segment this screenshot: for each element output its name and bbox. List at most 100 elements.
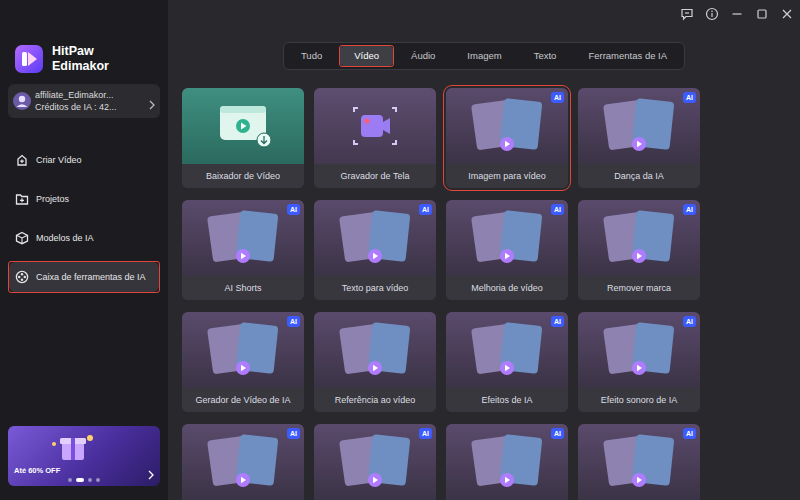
play-logo-icon — [14, 44, 44, 74]
category-tabs: TudoVídeo Áudio Imagem Texto Ferramentas de … — [283, 42, 685, 70]
tab-label: Texto — [534, 50, 557, 61]
card-thumbnail — [182, 312, 304, 388]
tool-card[interactable]: AI Dança da IA — [578, 88, 700, 188]
sidebar-label: Criar Vídeo — [36, 155, 82, 165]
ai-badge: AI — [551, 92, 564, 103]
tool-card[interactable]: AI — [182, 424, 304, 500]
tab[interactable]: Ferramentas de IA — [574, 46, 681, 66]
tool-card[interactable]: AI — [578, 424, 700, 500]
sidebar-item[interactable]: Projetos — [9, 184, 159, 214]
card-thumbnail — [182, 424, 304, 500]
tool-card[interactable]: AIRemover marca — [578, 200, 700, 300]
tool-card[interactable]: AI — [446, 424, 568, 500]
ai-badge: AI — [683, 316, 696, 327]
card-thumbnail — [446, 200, 568, 276]
tool-card[interactable]: AIEfeitos de IA — [446, 312, 568, 412]
tab[interactable]: Tudo — [287, 46, 336, 66]
tool-card[interactable]: AIGerador de Vídeo de IA — [182, 312, 304, 412]
info-icon[interactable] — [705, 7, 719, 21]
title-bar — [168, 0, 800, 28]
tool-card[interactable]: AIImagem para vídeo — [446, 88, 568, 188]
sidebar-item[interactable]: Criar Vídeo — [9, 145, 159, 175]
chevron-right-icon[interactable] — [148, 466, 154, 476]
minimize-icon[interactable] — [730, 7, 744, 21]
carousel-dot[interactable] — [88, 478, 92, 482]
media-thumbnail-icon — [578, 424, 700, 500]
carousel-dot[interactable] — [76, 478, 84, 482]
promo-text: Até 60% OFF — [14, 466, 60, 476]
feedback-icon[interactable] — [680, 7, 694, 21]
tab[interactable]: Imagem — [453, 46, 515, 66]
card-thumbnail — [578, 88, 700, 164]
avatar-icon — [13, 92, 31, 110]
card-thumbnail — [314, 312, 436, 388]
tool-card[interactable]: Gravador de Tela — [314, 88, 436, 188]
brand-name: HitPawEdimakor — [52, 44, 109, 74]
account-box[interactable]: affiliate_Edimakor...Créditos de IA : 42… — [8, 84, 160, 118]
card-label: Gravador de Tela — [314, 164, 436, 188]
tool-card[interactable]: AITexto para vídeo — [314, 200, 436, 300]
highlight-frame: Tudo — [286, 45, 337, 67]
sidebar-item[interactable]: Caixa de ferramentas de IA — [9, 262, 159, 292]
media-thumbnail-icon — [314, 424, 436, 500]
highlight-frame: Texto — [519, 45, 572, 67]
brand-line: HitPaw — [52, 44, 109, 59]
media-thumbnail-icon — [314, 312, 436, 388]
tool-card[interactable]: Baixador de Vídeo — [182, 88, 304, 188]
sidebar-label: Projetos — [36, 194, 69, 204]
highlight-frame: Criar Vídeo — [8, 144, 160, 176]
ai-badge: AI — [551, 428, 564, 439]
app-logo: HitPawEdimakor — [8, 44, 160, 74]
card-thumbnail — [578, 312, 700, 388]
sidebar-item[interactable]: Modelos de IA — [9, 223, 159, 253]
tab-label: Imagem — [467, 50, 501, 61]
download-illustration-icon — [182, 88, 304, 164]
card-label: Efeitos de IA — [446, 388, 568, 412]
tool-card[interactable]: AIEfeito sonoro de IA — [578, 312, 700, 412]
ai-badge: AI — [683, 92, 696, 103]
tool-card[interactable]: Referência ao vídeo — [314, 312, 436, 412]
ai-badge: AI — [551, 204, 564, 215]
tab-label: Áudio — [411, 50, 435, 61]
recorder-illustration-icon — [314, 88, 436, 164]
highlight-frame: Projetos — [8, 183, 160, 215]
media-thumbnail-icon — [578, 88, 700, 164]
folder-icon — [15, 192, 29, 206]
card-thumbnail — [182, 88, 304, 164]
ai-badge: AI — [287, 204, 300, 215]
card-thumbnail — [314, 424, 436, 500]
ai-badge: AI — [683, 428, 696, 439]
ai-badge: AI — [683, 204, 696, 215]
media-thumbnail-icon — [578, 200, 700, 276]
media-thumbnail-icon — [446, 424, 568, 500]
tab[interactable]: Áudio — [397, 46, 449, 66]
tool-card[interactable]: AIAI Shorts — [182, 200, 304, 300]
tool-grid: Baixador de Vídeo Gravador de Tela AIImage… — [168, 88, 800, 500]
card-thumbnail — [446, 88, 568, 164]
close-icon[interactable] — [780, 7, 794, 21]
tab[interactable]: Texto — [520, 46, 571, 66]
carousel-dot[interactable] — [96, 478, 100, 482]
card-label: Dança da IA — [578, 164, 700, 188]
media-thumbnail-icon — [446, 88, 568, 164]
tab[interactable]: Vídeo — [340, 46, 393, 66]
ai-credits: Créditos de IA : 42... — [35, 101, 145, 113]
sidebar: HitPawEdimakor affiliate_Edimakor...Crédi… — [0, 0, 168, 500]
sidebar-label: Modelos de IA — [36, 233, 94, 243]
media-thumbnail-icon — [182, 312, 304, 388]
carousel-dots — [14, 478, 154, 482]
tool-card[interactable]: AI — [314, 424, 436, 500]
card-thumbnail — [182, 200, 304, 276]
tab-label: Ferramentas de IA — [588, 50, 667, 61]
media-thumbnail-icon — [446, 200, 568, 276]
main-area: TudoVídeo Áudio Imagem Texto Ferramentas de … — [168, 0, 800, 500]
gift-icon — [48, 430, 98, 464]
tool-card[interactable]: AIMelhoria de vídeo — [446, 200, 568, 300]
carousel-dot[interactable] — [68, 478, 72, 482]
media-thumbnail-icon — [182, 200, 304, 276]
card-label: Texto para vídeo — [314, 276, 436, 300]
ai-badge: AI — [419, 428, 432, 439]
maximize-icon[interactable] — [755, 7, 769, 21]
card-label: Referência ao vídeo — [314, 388, 436, 412]
promo-banner[interactable]: Até 60% OFF — [8, 426, 160, 486]
